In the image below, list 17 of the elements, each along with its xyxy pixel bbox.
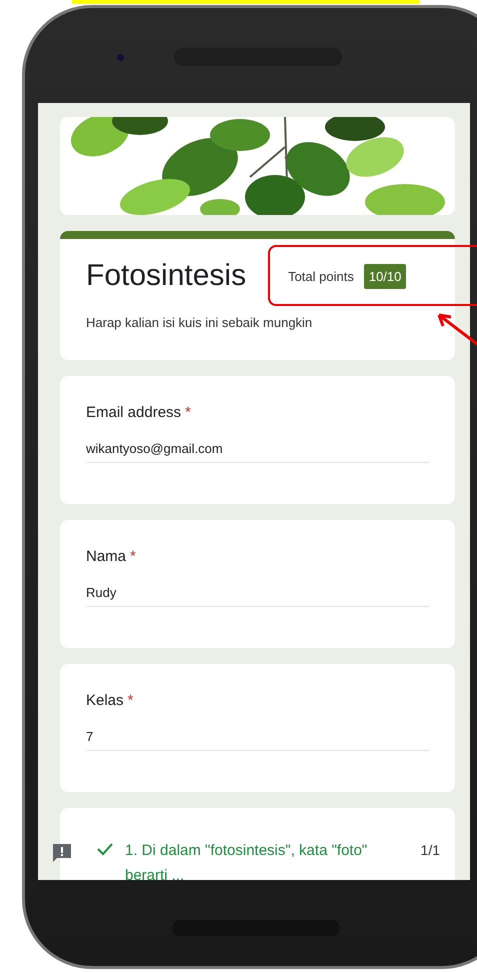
question-points: 1/1	[420, 841, 440, 860]
camera-icon	[117, 54, 124, 61]
required-mark: *	[185, 404, 191, 421]
form-title: Fotosintesis	[86, 259, 246, 293]
field-label: Nama	[86, 548, 126, 565]
answer-field[interactable]: wikantyoso@gmail.com	[86, 441, 429, 463]
required-mark: *	[130, 548, 136, 565]
score-badge: 10/10	[364, 264, 406, 288]
field-label: Kelas	[86, 692, 124, 709]
required-mark: *	[128, 692, 134, 709]
answer-field[interactable]: Rudy	[86, 585, 429, 607]
form-description: Harap kalian isi kuis ini sebaik mungkin	[86, 315, 314, 330]
total-points-label: Total points	[288, 268, 354, 284]
feedback-icon[interactable]	[52, 843, 72, 863]
answer-field[interactable]: 7	[86, 729, 429, 751]
field-label: Email address	[86, 404, 182, 421]
question-text: 1. Di dalam "fotosintesis", kata "foto" berarti ...	[125, 841, 368, 880]
